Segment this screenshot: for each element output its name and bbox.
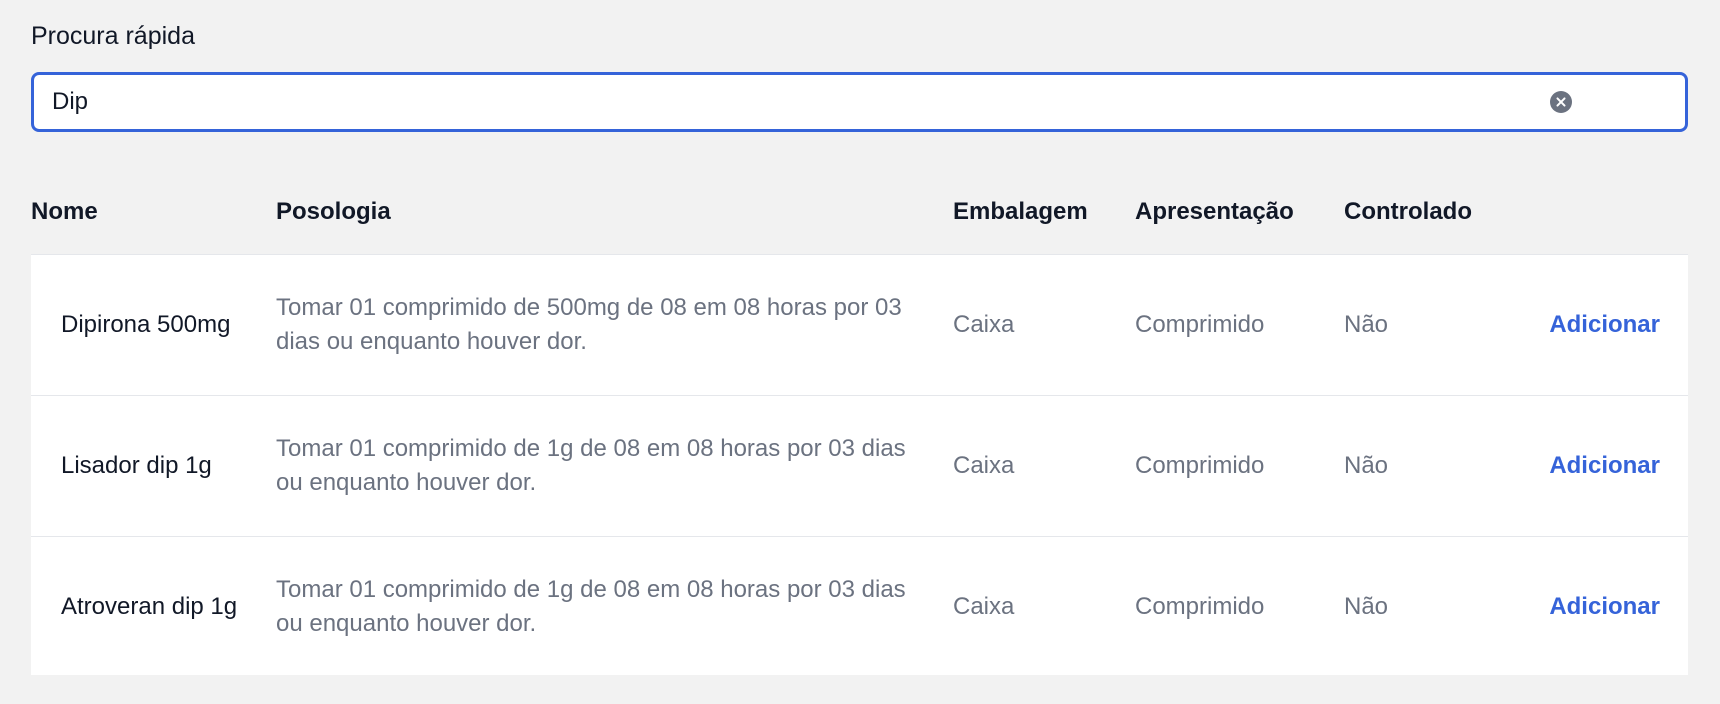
medicine-posology: Tomar 01 comprimido de 500mg de 08 em 08… (276, 294, 902, 355)
column-header-packaging: Embalagem (953, 198, 1088, 225)
medicine-posology: Tomar 01 comprimido de 1g de 08 em 08 ho… (276, 435, 906, 496)
medicine-presentation: Comprimido (1135, 311, 1265, 338)
medicine-packaging: Caixa (953, 593, 1015, 620)
medicine-controlled: Não (1344, 311, 1389, 338)
search-label: Procura rápida (31, 22, 195, 50)
search-input[interactable] (52, 75, 1552, 129)
column-header-controlled: Controlado (1344, 198, 1472, 225)
table-row: Dipirona 500mg Tomar 01 comprimido de 50… (31, 255, 1688, 396)
medicine-name: Lisador dip 1g (61, 452, 212, 479)
column-header-name: Nome (31, 198, 98, 225)
results-table: Dipirona 500mg Tomar 01 comprimido de 50… (31, 254, 1688, 675)
medicine-posology: Tomar 01 comprimido de 1g de 08 em 08 ho… (276, 576, 906, 637)
search-field[interactable] (31, 72, 1688, 132)
column-header-presentation: Apresentação (1135, 198, 1294, 225)
table-row: Atroveran dip 1g Tomar 01 comprimido de … (31, 537, 1688, 677)
add-button[interactable]: Adicionar (1549, 396, 1660, 536)
table-row: Lisador dip 1g Tomar 01 comprimido de 1g… (31, 396, 1688, 537)
clear-icon[interactable] (1550, 91, 1572, 113)
add-button[interactable]: Adicionar (1549, 537, 1660, 677)
column-header-posology: Posologia (276, 198, 391, 225)
medicine-controlled: Não (1344, 452, 1389, 479)
medicine-presentation: Comprimido (1135, 452, 1265, 479)
medicine-name: Atroveran dip 1g (61, 593, 238, 620)
add-button[interactable]: Adicionar (1549, 255, 1660, 395)
medicine-name: Dipirona 500mg (61, 311, 231, 338)
medicine-presentation: Comprimido (1135, 593, 1265, 620)
medicine-controlled: Não (1344, 593, 1389, 620)
medicine-packaging: Caixa (953, 311, 1015, 338)
medicine-packaging: Caixa (953, 452, 1015, 479)
